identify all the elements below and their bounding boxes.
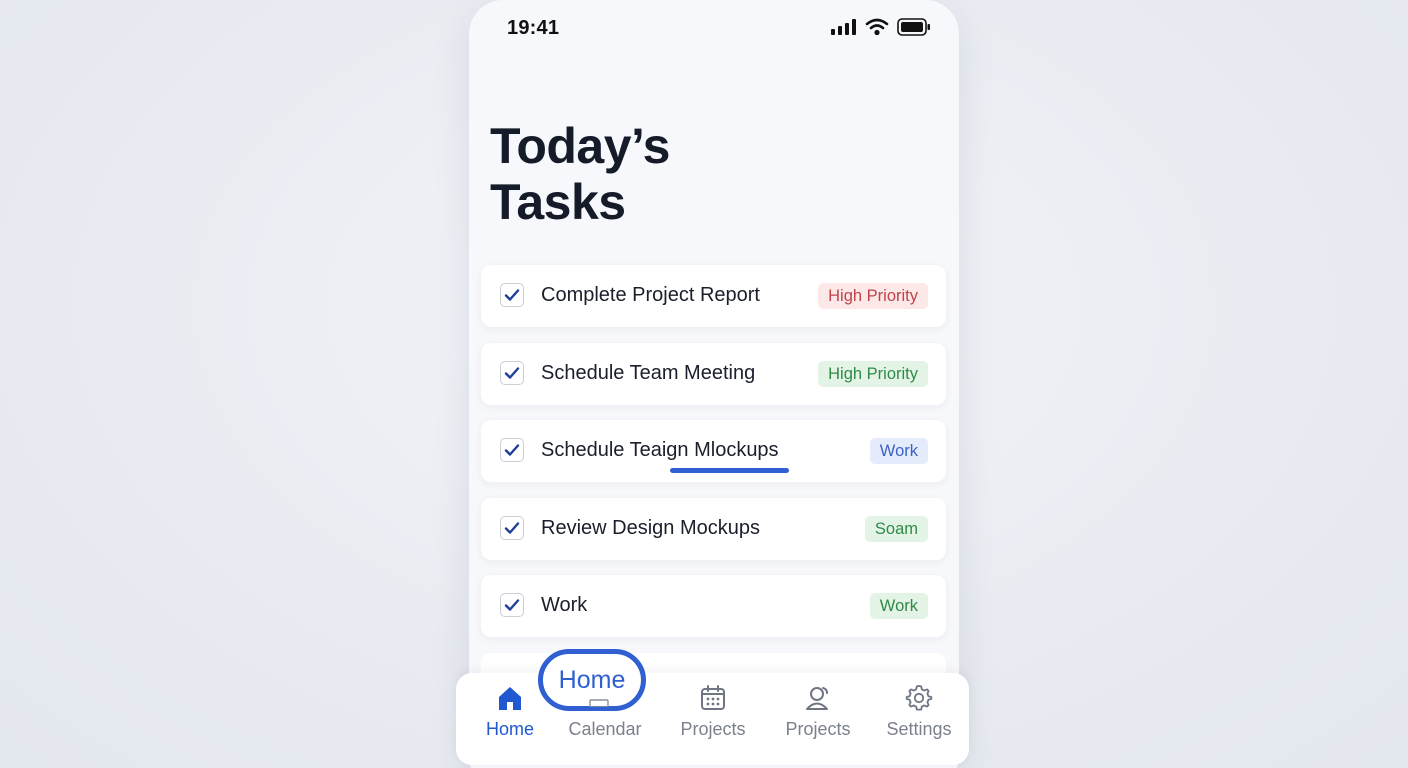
wifi-icon — [865, 18, 889, 36]
task-title: Complete Project Report — [541, 284, 760, 306]
page-title: Today’s Tasks — [490, 118, 670, 230]
task-checkbox[interactable] — [500, 438, 524, 462]
tab-projects[interactable]: Projects — [668, 683, 758, 753]
status-time: 19:41 — [507, 17, 560, 39]
calendar-grid-icon — [701, 685, 725, 710]
task-title: Schedule Team Meeting — [541, 361, 756, 384]
task-tag: High Priority — [818, 283, 928, 309]
task-tag: Work — [869, 593, 928, 619]
bottom-tab-bar: Home Calendar Projects Projects Settings — [456, 673, 969, 765]
page-title-line-2: Tasks — [490, 174, 626, 230]
home-highlight-bubble[interactable]: Home — [538, 649, 646, 711]
checkmark-icon — [504, 444, 520, 456]
tab-settings[interactable]: Settings — [874, 683, 964, 753]
task-title: Schedule Teaign Mlockups — [541, 439, 779, 461]
task-item[interactable]: Schedule Team Meeting High Priority — [481, 342, 946, 405]
checkmark-icon — [504, 599, 520, 611]
task-checkbox[interactable] — [500, 360, 524, 385]
checkmark-icon — [504, 289, 520, 301]
task-item[interactable]: Complete Project Report High Priority — [481, 265, 946, 327]
task-checkbox[interactable] — [500, 593, 524, 617]
home-bubble-label: Home — [558, 666, 626, 694]
tab-label: Calendar — [568, 719, 642, 739]
calendar-icon-peek — [589, 699, 609, 707]
page-title-line-1: Today’s — [490, 118, 670, 174]
task-item[interactable]: Work Work — [481, 575, 946, 637]
phone-frame: 19:41 Today’s Tasks Complete Project Rep… — [469, 0, 959, 768]
tab-label: Settings — [886, 719, 952, 739]
gear-icon — [905, 685, 933, 711]
task-tag: Soam — [864, 515, 928, 542]
task-item[interactable]: Schedule Teaign Mlockups Work — [481, 420, 946, 482]
status-bar: 19:41 — [469, 0, 959, 56]
task-tag: Work — [869, 438, 928, 464]
task-list: Complete Project Report High Priority Sc… — [481, 265, 946, 653]
task-title: Work — [541, 594, 588, 616]
user-icon — [806, 687, 828, 710]
task-title: Review Design Mockups — [541, 516, 760, 539]
title-underline — [670, 468, 789, 473]
screen-background: 19:41 Today’s Tasks Complete Project Rep… — [0, 0, 1408, 768]
checkmark-icon — [504, 521, 520, 534]
task-checkbox[interactable] — [500, 283, 524, 307]
signal-icon — [831, 19, 856, 35]
task-item[interactable]: Review Design Mockups Soam — [481, 497, 946, 560]
tab-label: Projects — [680, 719, 746, 739]
tab-label: Home — [485, 719, 534, 739]
task-checkbox[interactable] — [500, 515, 524, 540]
task-tag: High Priority — [818, 360, 928, 387]
tab-projects-user[interactable]: Projects — [773, 683, 863, 753]
status-icons — [831, 18, 931, 36]
battery-icon — [897, 18, 930, 36]
checkmark-icon — [504, 366, 520, 379]
tab-label: Projects — [785, 719, 851, 739]
home-icon — [499, 687, 521, 710]
